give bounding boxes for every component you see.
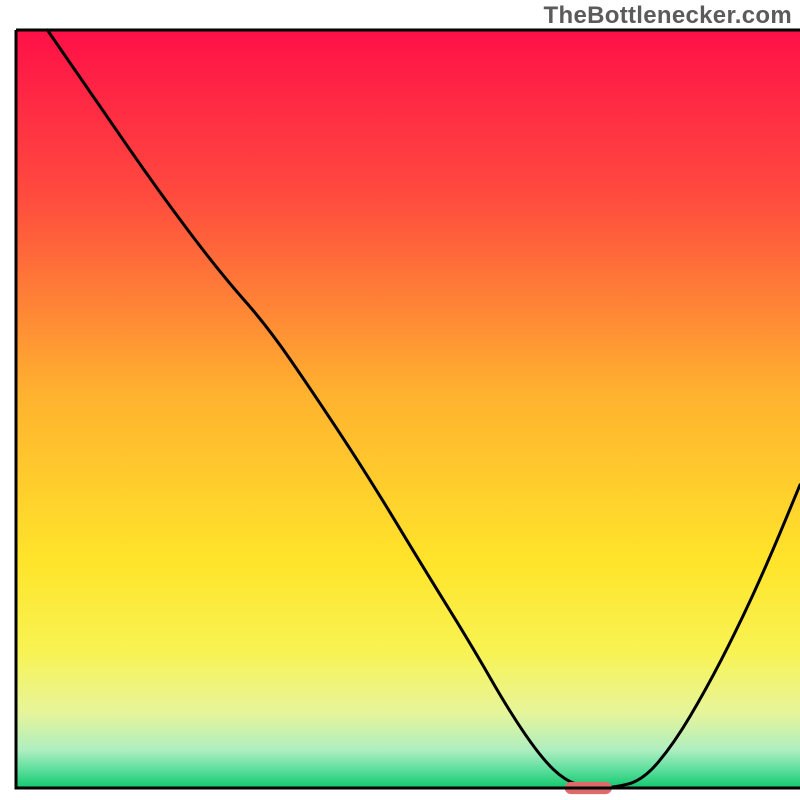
bottleneck-chart — [0, 0, 800, 800]
watermark-text: TheBottlenecker.com — [544, 2, 792, 30]
gradient-bg — [16, 30, 800, 788]
chart-container: TheBottlenecker.com — [0, 0, 800, 800]
